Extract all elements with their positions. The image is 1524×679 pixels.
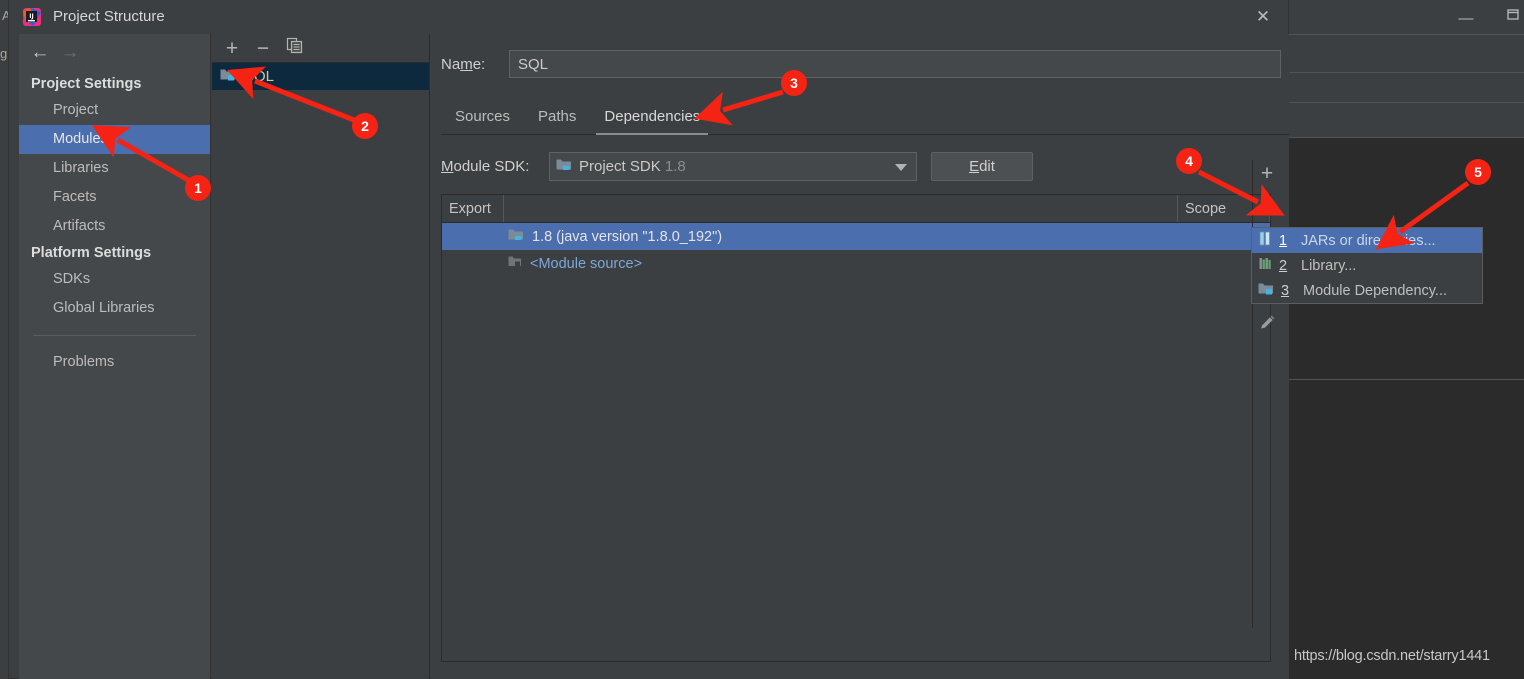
project-structure-dialog: IJ Project Structure ✕ ← → Project Setti…: [8, 0, 1289, 679]
sidebar-item-facets[interactable]: Facets: [19, 183, 210, 212]
sidebar-item-global-libraries[interactable]: Global Libraries: [19, 294, 210, 323]
module-label: SQL: [244, 68, 275, 85]
menu-item-jars-or-directories[interactable]: 1 JARs or directories...: [1252, 228, 1482, 253]
copy-icon[interactable]: [282, 37, 306, 61]
module-name-input[interactable]: [509, 50, 1281, 78]
tab-paths[interactable]: Paths: [524, 108, 590, 134]
nav-separator: [33, 335, 196, 336]
module-sdk-row: Module SDK: Project SDK 1.8 Edit: [441, 152, 1033, 181]
sidebar-item-sdks[interactable]: SDKs: [19, 265, 210, 294]
chevron-down-icon[interactable]: [895, 164, 907, 171]
nav-history-buttons: ← →: [19, 34, 210, 72]
jdk-icon: [556, 157, 572, 176]
sidebar-item-modules[interactable]: Modules: [19, 125, 210, 154]
column-header-name[interactable]: [504, 195, 1178, 222]
tab-dependencies[interactable]: Dependencies: [590, 108, 714, 135]
jdk-icon: [508, 227, 524, 246]
module-sdk-label: Module SDK:: [441, 158, 530, 175]
menu-item-label: Library...: [1301, 257, 1357, 274]
module-name-row: Name:: [441, 50, 1281, 78]
nav-group-title-platform-settings: Platform Settings: [31, 245, 152, 261]
menu-item-module-dependency[interactable]: 3 Module Dependency...: [1252, 278, 1482, 303]
pencil-icon[interactable]: [1253, 314, 1281, 342]
table-row[interactable]: 1.8 (java version "1.8.0_192"): [442, 223, 1270, 250]
name-label: Name:: [441, 55, 486, 73]
module-tabs: Sources Paths Dependencies: [441, 98, 1289, 135]
menu-mnemonic: 3: [1281, 282, 1290, 299]
dependencies-table: Export Scope 1.8 (java version "1.8.0_19…: [441, 194, 1271, 662]
module-folder-icon: [220, 67, 236, 86]
intellij-idea-icon: IJ: [22, 7, 42, 27]
list-item-module-sql[interactable]: SQL: [212, 63, 429, 90]
module-content-pane: Name: Sources Paths Dependencies Module …: [431, 34, 1289, 679]
svg-text:IJ: IJ: [29, 13, 33, 20]
dependency-label: 1.8 (java version "1.8.0_192"): [532, 228, 723, 245]
menu-mnemonic: 1: [1279, 232, 1288, 249]
module-source-icon: [508, 254, 522, 273]
modules-list-pane: + − SQL: [212, 34, 430, 679]
sidebar-item-project[interactable]: Project: [19, 96, 210, 125]
restore-icon[interactable]: [1505, 6, 1524, 28]
close-icon[interactable]: ✕: [1246, 4, 1280, 30]
add-dependency-button[interactable]: +: [1253, 160, 1281, 188]
edit-sdk-button[interactable]: Edit: [931, 152, 1033, 181]
table-row[interactable]: <Module source>: [442, 250, 1270, 277]
modules-toolbar: + −: [212, 34, 429, 63]
sidebar-item-libraries[interactable]: Libraries: [19, 154, 210, 183]
sidebar-item-problems[interactable]: Problems: [19, 348, 210, 377]
menu-mnemonic: 2: [1279, 257, 1288, 274]
dependencies-table-header: Export Scope: [442, 195, 1270, 223]
menu-item-label: JARs or directories...: [1301, 232, 1436, 249]
dialog-title: Project Structure: [53, 8, 165, 25]
tab-sources[interactable]: Sources: [441, 108, 524, 134]
sidebar-item-artifacts[interactable]: Artifacts: [19, 212, 210, 241]
column-header-export[interactable]: Export: [442, 195, 504, 222]
module-folder-icon: [1258, 281, 1274, 300]
forward-arrow-icon[interactable]: →: [57, 42, 83, 64]
minimize-icon[interactable]: —: [1452, 8, 1480, 30]
add-dependency-popup-menu: 1 JARs or directories... 2 Library... 3 …: [1251, 227, 1483, 304]
module-sdk-value-main: Project SDK: [579, 158, 661, 175]
remove-module-button[interactable]: −: [251, 37, 275, 61]
dialog-title-bar: IJ Project Structure ✕: [9, 0, 1288, 34]
dependency-label: <Module source>: [530, 255, 643, 272]
module-sdk-value-version: 1.8: [664, 158, 686, 175]
module-sdk-select[interactable]: Project SDK 1.8: [549, 152, 917, 181]
back-arrow-icon[interactable]: ←: [27, 42, 53, 64]
nav-group-title-project-settings: Project Settings: [31, 76, 142, 92]
module-sdk-value: Project SDK 1.8: [579, 158, 686, 175]
settings-nav-pane: ← → Project Settings Project Modules Lib…: [19, 34, 211, 679]
jar-icon: [1258, 231, 1272, 251]
add-module-button[interactable]: +: [220, 37, 244, 61]
library-icon: [1258, 256, 1272, 276]
menu-item-library[interactable]: 2 Library...: [1252, 253, 1482, 278]
watermark-url: https://blog.csdn.net/starry1441: [1294, 648, 1490, 664]
menu-item-label: Module Dependency...: [1303, 282, 1448, 299]
